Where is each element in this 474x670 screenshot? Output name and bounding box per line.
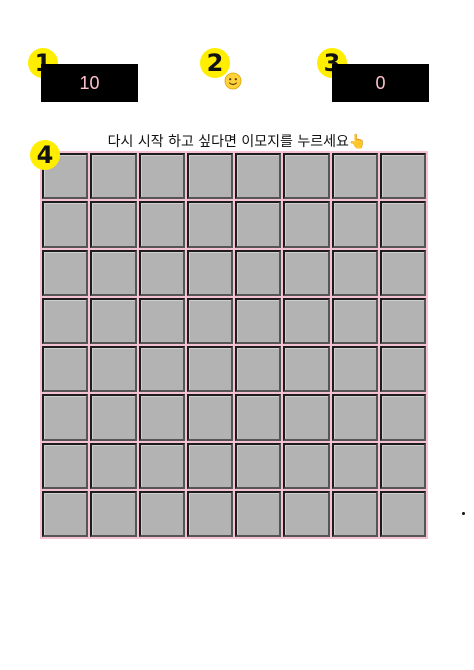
board-cell[interactable] [379, 394, 426, 441]
restart-face-button[interactable] [224, 72, 242, 90]
board-cell[interactable] [42, 201, 89, 248]
restart-instruction: 다시 시작 하고 싶다면 이모지를 누르세요👆 [107, 134, 367, 150]
board-cell[interactable] [138, 394, 185, 441]
slightly-smiling-face-icon [224, 72, 242, 90]
board-cell[interactable] [90, 201, 137, 248]
board-cell[interactable] [90, 490, 137, 537]
board-cell[interactable] [235, 346, 282, 393]
board-cell[interactable] [42, 346, 89, 393]
board-cell[interactable] [283, 394, 330, 441]
board-cell[interactable] [42, 490, 89, 537]
board-cell[interactable] [331, 346, 378, 393]
board-cell[interactable] [42, 442, 89, 489]
board-cell[interactable] [331, 442, 378, 489]
mine-counter: 10 [41, 64, 138, 102]
board-cell[interactable] [331, 249, 378, 296]
board-cell[interactable] [379, 346, 426, 393]
timer-display: 0 [332, 64, 429, 102]
board-cell[interactable] [138, 153, 185, 200]
board-cell[interactable] [90, 153, 137, 200]
board-cell[interactable] [235, 249, 282, 296]
board-cell[interactable] [379, 297, 426, 344]
board-cell[interactable] [235, 297, 282, 344]
board-cell[interactable] [235, 394, 282, 441]
board-cell[interactable] [283, 153, 330, 200]
board-cell[interactable] [90, 394, 137, 441]
board-cell[interactable] [283, 297, 330, 344]
board-cell[interactable] [331, 153, 378, 200]
board-cell[interactable] [138, 201, 185, 248]
marker-4: 4 [30, 140, 60, 170]
board-cell[interactable] [235, 442, 282, 489]
board-cell[interactable] [235, 201, 282, 248]
board-cell[interactable] [90, 346, 137, 393]
board-cell[interactable] [186, 346, 233, 393]
board-cell[interactable] [42, 394, 89, 441]
board-cell[interactable] [379, 442, 426, 489]
board-cell[interactable] [186, 442, 233, 489]
board-cell[interactable] [138, 490, 185, 537]
board-cell[interactable] [283, 490, 330, 537]
board-cell[interactable] [283, 346, 330, 393]
board-cell[interactable] [235, 153, 282, 200]
board-cell[interactable] [283, 442, 330, 489]
board-cell[interactable] [379, 490, 426, 537]
board-cell[interactable] [331, 297, 378, 344]
board-cell[interactable] [138, 442, 185, 489]
board-cell[interactable] [379, 153, 426, 200]
board-cell[interactable] [331, 490, 378, 537]
board-cell[interactable] [186, 153, 233, 200]
board-cell[interactable] [42, 249, 89, 296]
board-cell[interactable] [90, 249, 137, 296]
board-cell[interactable] [138, 346, 185, 393]
board-cell[interactable] [331, 394, 378, 441]
board-cell[interactable] [186, 490, 233, 537]
board-cell[interactable] [138, 297, 185, 344]
board-cell[interactable] [186, 394, 233, 441]
board-cell[interactable] [331, 201, 378, 248]
board-cell[interactable] [379, 249, 426, 296]
board-cell[interactable] [283, 249, 330, 296]
board-cell[interactable] [42, 297, 89, 344]
board-cell[interactable] [186, 297, 233, 344]
board-cell[interactable] [186, 249, 233, 296]
board-cell[interactable] [186, 201, 233, 248]
board-cell[interactable] [379, 201, 426, 248]
board-cell[interactable] [283, 201, 330, 248]
board-cell[interactable] [235, 490, 282, 537]
board-cell[interactable] [90, 297, 137, 344]
stray-dot [462, 512, 465, 515]
board-cell[interactable] [90, 442, 137, 489]
minesweeper-board [40, 151, 428, 539]
board-cell[interactable] [138, 249, 185, 296]
